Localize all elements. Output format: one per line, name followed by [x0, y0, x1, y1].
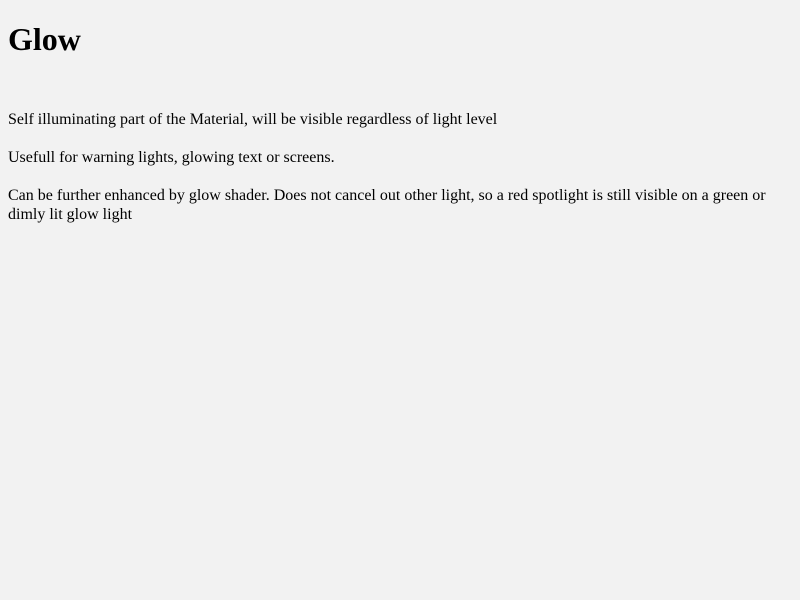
description-section: Self illuminating part of the Material, … [8, 110, 792, 224]
page: Glow Self illuminating part of the Mater… [0, 0, 800, 600]
page-title: Glow [8, 21, 81, 57]
description-paragraph-shader: Can be further enhanced by glow shader. … [8, 187, 766, 223]
description-paragraph-uses: Usefull for warning lights, glowing text… [8, 149, 335, 166]
description-paragraph-illumination: Self illuminating part of the Material, … [8, 111, 498, 128]
